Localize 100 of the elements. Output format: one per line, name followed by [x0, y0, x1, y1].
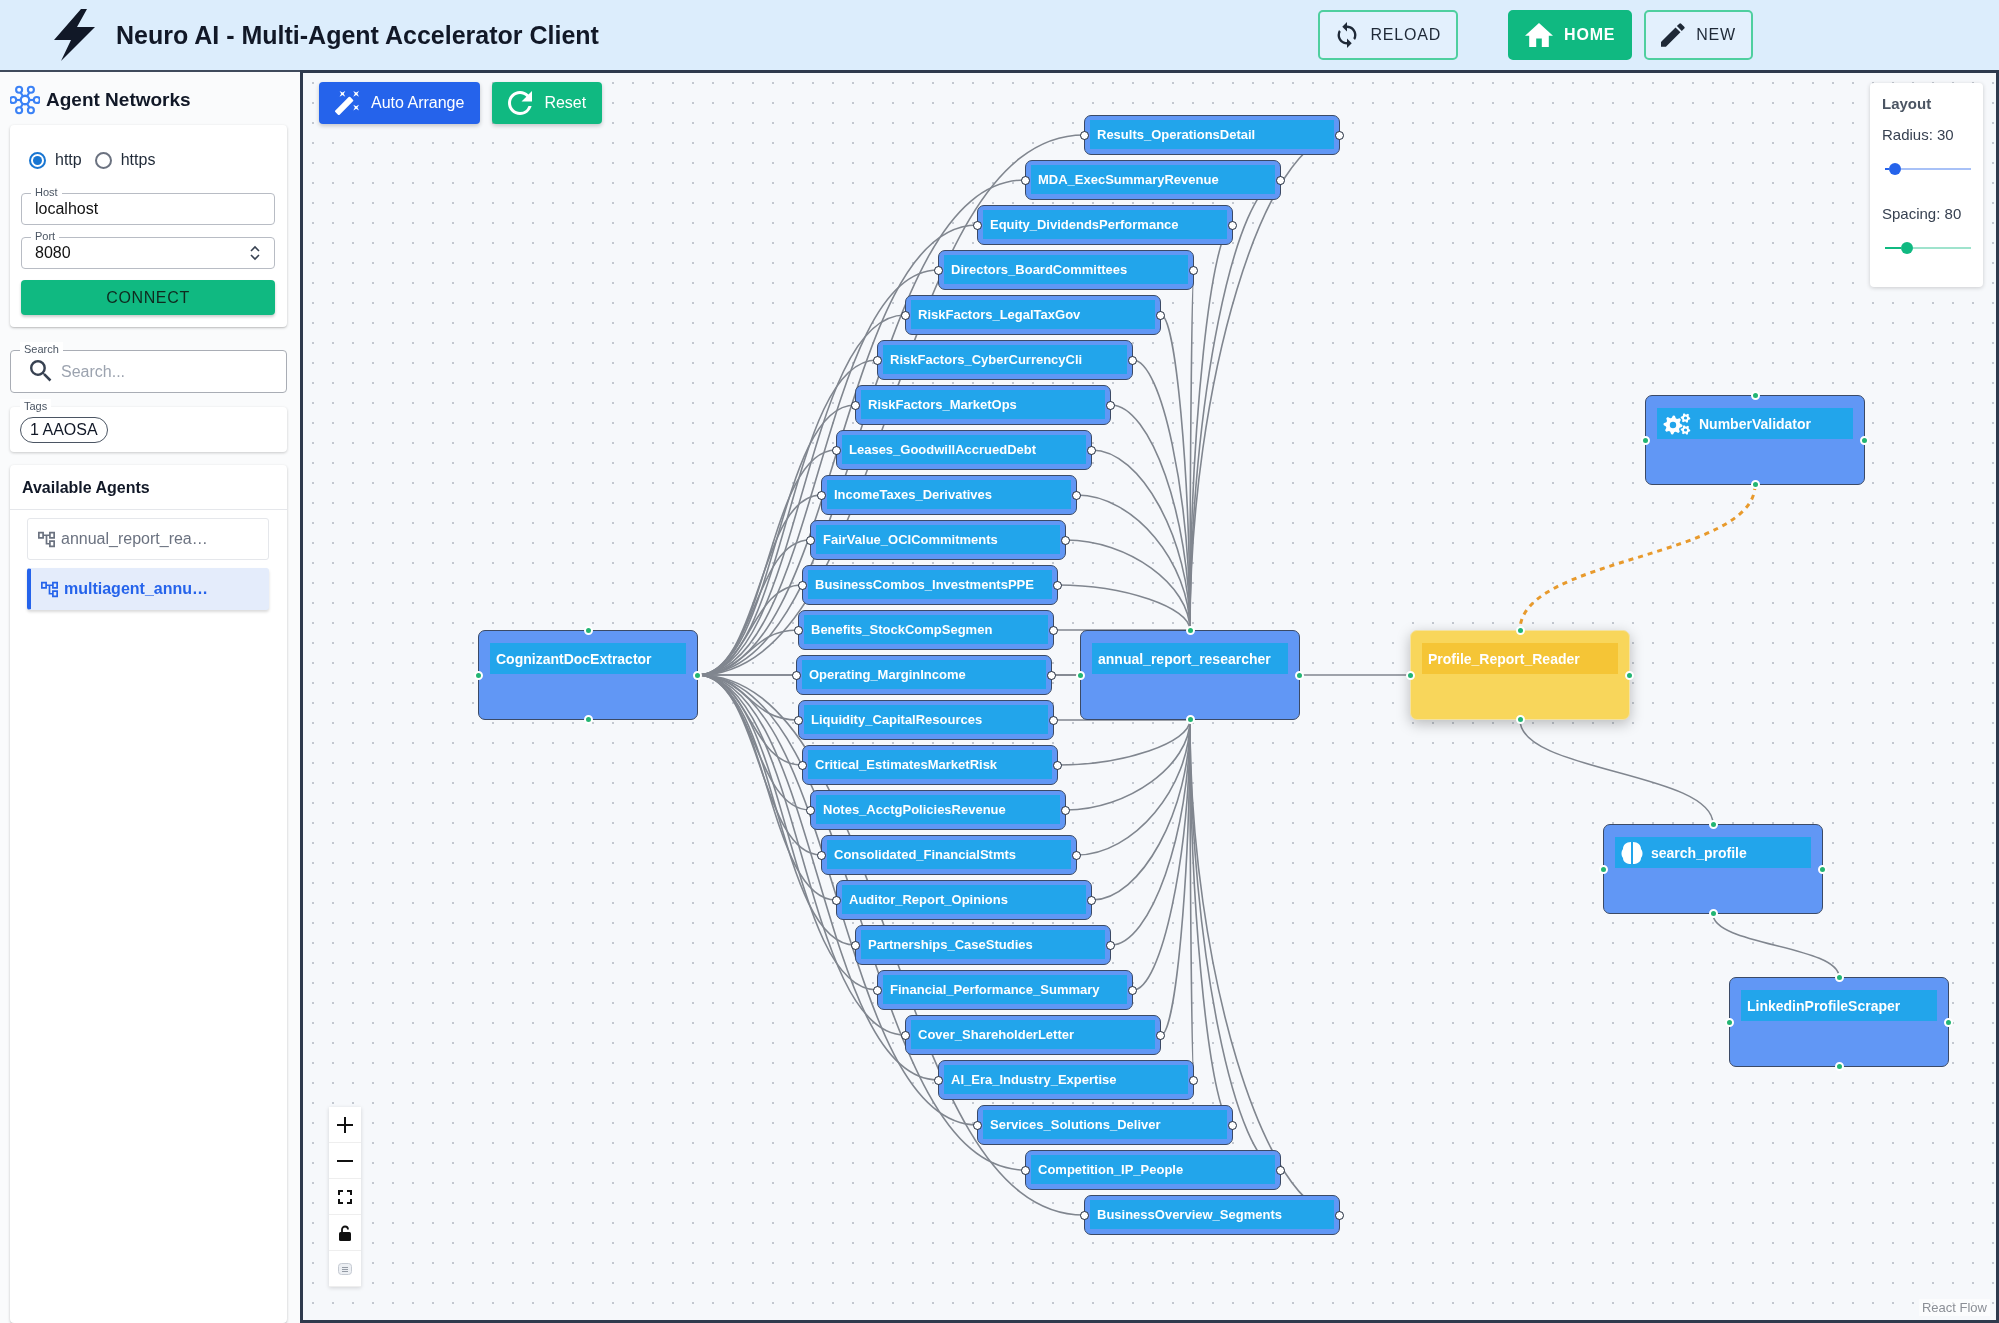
- handle-dot-icon[interactable]: [1080, 1210, 1089, 1220]
- node-label: Services_Solutions_Deliver: [990, 1117, 1161, 1132]
- handle-dot-icon[interactable]: [1021, 1165, 1030, 1175]
- handle-dot-icon[interactable]: [1156, 1030, 1165, 1040]
- handle-dot-icon[interactable]: [1228, 1120, 1237, 1130]
- node-label: Directors_BoardCommittees: [951, 262, 1128, 277]
- node-label: RiskFactors_CyberCurrencyCli: [890, 352, 1083, 367]
- handle-dot-icon[interactable]: [1189, 265, 1198, 275]
- radio-button[interactable]: [29, 151, 46, 169]
- handle-dot-icon[interactable]: [798, 760, 807, 770]
- agent-list-item[interactable]: multiagent_annu…: [27, 568, 269, 610]
- handle-dot-icon[interactable]: [1047, 670, 1056, 680]
- handle-dot-icon[interactable]: [1049, 625, 1058, 635]
- radio-label[interactable]: http: [55, 151, 82, 169]
- handle-dot-icon[interactable]: [798, 580, 807, 590]
- handle-dot-icon[interactable]: [1335, 130, 1344, 140]
- slider-label: Spacing: 80: [1882, 205, 1962, 223]
- radio-label[interactable]: https: [120, 151, 156, 169]
- app-title: Neuro AI - Multi-Agent Accelerator Client: [116, 20, 599, 50]
- field-label: Host: [31, 185, 62, 199]
- fit-view-button[interactable]: [329, 1179, 361, 1215]
- handle-dot-icon[interactable]: [873, 985, 882, 995]
- lock-button[interactable]: [329, 1215, 361, 1251]
- magic-wand-icon: [335, 91, 359, 115]
- handle-dot-icon[interactable]: [934, 1075, 943, 1085]
- handle-dot-icon[interactable]: [806, 805, 815, 815]
- handle-dot-icon[interactable]: [1189, 1075, 1198, 1085]
- node-label: BusinessCombos_InvestmentsPPE: [815, 577, 1034, 592]
- handle-dot-icon[interactable]: [901, 310, 910, 320]
- handle-dot-icon[interactable]: [806, 535, 815, 545]
- gears-icon: [1663, 411, 1691, 436]
- handle-dot-icon[interactable]: [901, 1030, 910, 1040]
- new-button[interactable]: NEW: [1644, 10, 1753, 60]
- field-label: Search: [20, 342, 63, 356]
- grid-icon: [338, 1262, 352, 1275]
- handle-dot-icon[interactable]: [1228, 220, 1237, 230]
- node-label: IncomeTaxes_Derivatives: [834, 487, 993, 502]
- slider-track[interactable]: [1885, 163, 1971, 175]
- stepper-arrows-icon[interactable]: [249, 244, 261, 262]
- handle-dot-icon[interactable]: [1053, 760, 1062, 770]
- handle-dot-icon[interactable]: [1156, 310, 1165, 320]
- node-label: Consolidated_FinancialStmts: [834, 847, 1017, 862]
- handle-dot-icon[interactable]: [1335, 1210, 1344, 1220]
- handle-dot-icon[interactable]: [1087, 895, 1096, 905]
- minus-icon: [337, 1159, 353, 1162]
- zoom-in-button[interactable]: [329, 1107, 361, 1143]
- handle-dot-icon[interactable]: [1276, 175, 1285, 185]
- handle-dot-icon[interactable]: [1072, 850, 1081, 860]
- node-label: Operating_MarginIncome: [809, 667, 966, 682]
- slider-track[interactable]: [1885, 242, 1971, 254]
- handle-dot-icon[interactable]: [1087, 445, 1096, 455]
- handle-dot-icon[interactable]: [817, 850, 826, 860]
- node-label: CognizantDocExtractor: [496, 650, 652, 667]
- slider-thumb[interactable]: [1888, 163, 1901, 175]
- handle-dot-icon[interactable]: [1080, 130, 1089, 140]
- handle-dot-icon[interactable]: [1061, 805, 1070, 815]
- panel-title: Layout: [1882, 95, 1932, 113]
- radio-button[interactable]: [94, 151, 112, 169]
- handle-dot-icon[interactable]: [851, 940, 860, 950]
- node-label: RiskFactors_LegalTaxGov: [918, 307, 1081, 322]
- handle-dot-icon[interactable]: [973, 220, 982, 230]
- node-label: Financial_Performance_Summary: [890, 982, 1100, 997]
- handle-dot-icon[interactable]: [1021, 175, 1030, 185]
- handle-dot-icon[interactable]: [832, 895, 841, 905]
- node-label: RiskFactors_MarketOps: [868, 397, 1017, 412]
- node-label: Benefits_StockCompSegmen: [811, 622, 993, 637]
- slider-thumb[interactable]: [1901, 242, 1914, 254]
- connect-button[interactable]: CONNECT: [21, 280, 275, 315]
- node-label: Competition_IP_People: [1038, 1162, 1184, 1177]
- handle-dot-icon[interactable]: [832, 445, 841, 455]
- node-label: AI_Era_Industry_Expertise: [951, 1072, 1117, 1087]
- handle-dot-icon[interactable]: [973, 1120, 982, 1130]
- handle-dot-icon[interactable]: [873, 355, 882, 365]
- hierarchy-icon: [38, 530, 55, 548]
- handle-dot-icon[interactable]: [1128, 985, 1137, 995]
- node-label: Results_OperationsDetail: [1097, 127, 1256, 142]
- handle-dot-icon[interactable]: [1128, 355, 1137, 365]
- node-label: Equity_DividendsPerformance: [990, 217, 1179, 232]
- handle-dot-icon[interactable]: [1106, 940, 1115, 950]
- plus-icon: [337, 1116, 353, 1133]
- node-label: Partnerships_CaseStudies: [868, 937, 1033, 952]
- hierarchy-icon: [41, 580, 58, 598]
- field-label: Tags: [20, 399, 52, 413]
- handle-dot-icon[interactable]: [1049, 715, 1058, 725]
- handle-dot-icon[interactable]: [792, 670, 801, 680]
- node-label: MDA_ExecSummaryRevenue: [1038, 172, 1219, 187]
- agent-list-item[interactable]: annual_report_rea…: [27, 518, 269, 560]
- handle-dot-icon[interactable]: [934, 265, 943, 275]
- handle-dot-icon[interactable]: [817, 490, 826, 500]
- handle-dot-icon[interactable]: [794, 625, 803, 635]
- handle-dot-icon[interactable]: [851, 400, 860, 410]
- handle-dot-icon[interactable]: [1106, 400, 1115, 410]
- handle-dot-icon[interactable]: [1276, 1165, 1285, 1175]
- handle-dot-icon[interactable]: [1061, 535, 1070, 545]
- reload-button[interactable]: RELOAD: [1318, 10, 1459, 60]
- handle-dot-icon[interactable]: [1072, 490, 1081, 500]
- auto-arrange-button[interactable]: Auto Arrange: [319, 82, 481, 124]
- handle-dot-icon[interactable]: [1053, 580, 1062, 590]
- zoom-out-button[interactable]: [329, 1143, 361, 1179]
- handle-dot-icon[interactable]: [794, 715, 803, 725]
